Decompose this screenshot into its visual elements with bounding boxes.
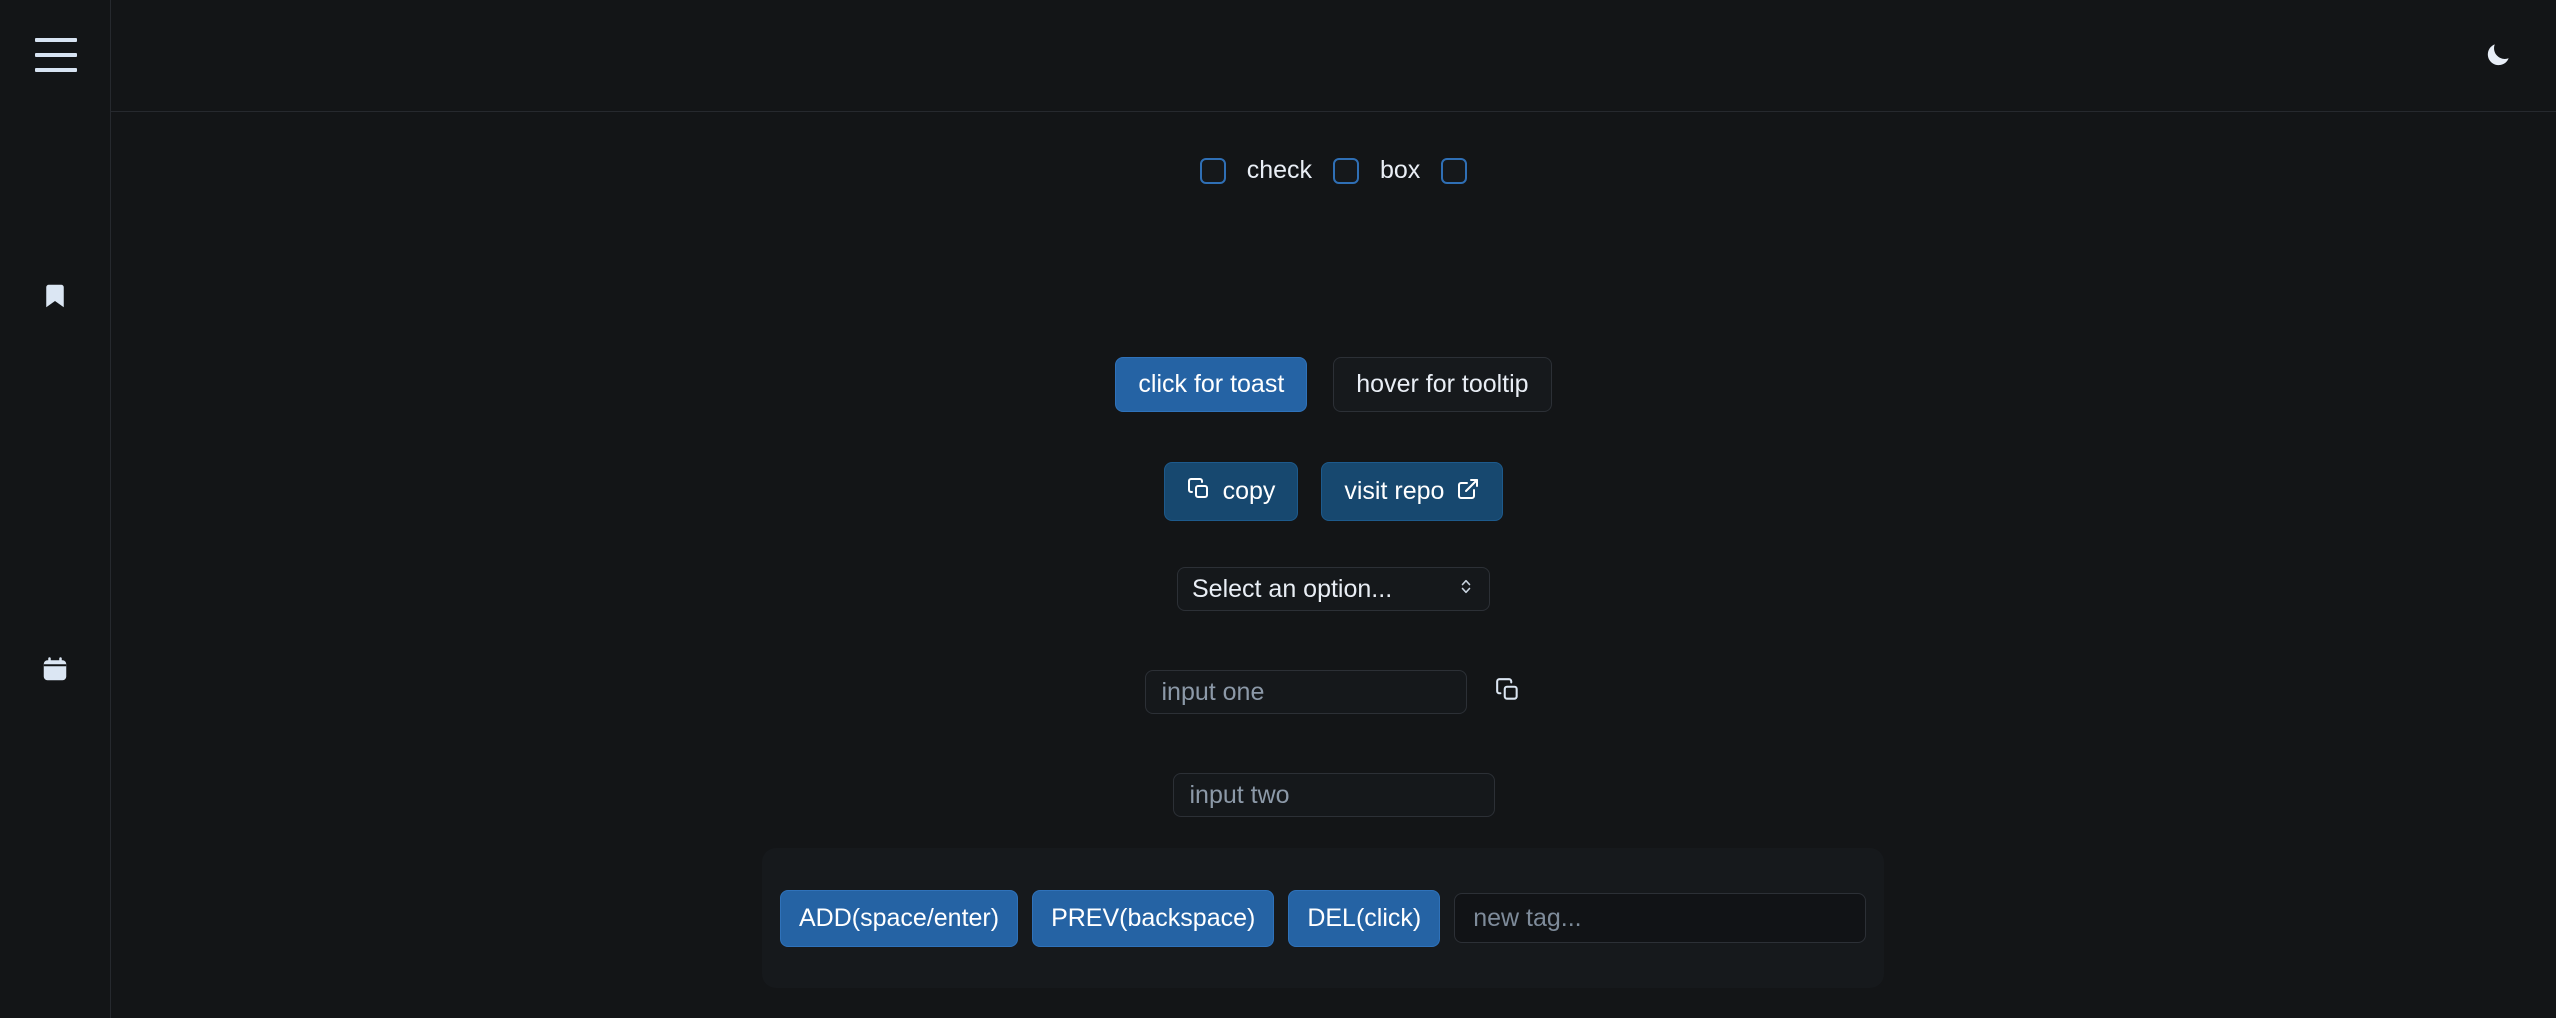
hamburger-line	[35, 68, 77, 72]
input-one[interactable]	[1144, 670, 1467, 714]
bookmark-icon	[40, 281, 70, 316]
tag-panel: ADD(space/enter) PREV(backspace) DEL(cli…	[762, 848, 1884, 988]
select-value: Select an option...	[1192, 574, 1393, 603]
input-two-row	[111, 773, 2556, 817]
input-one-row	[111, 670, 2556, 714]
button-row: click for toast hover for tooltip	[111, 357, 2556, 412]
input-two[interactable]	[1172, 773, 1495, 817]
hamburger-line	[35, 53, 77, 57]
copy-input-one-button[interactable]	[1493, 677, 1523, 707]
visit-repo-button[interactable]: visit repo	[1321, 462, 1504, 521]
header	[35, 0, 2556, 112]
external-link-icon	[1456, 477, 1480, 506]
chevron-up-down-icon	[1457, 575, 1475, 604]
tag-del-button[interactable]: DEL(click)	[1288, 889, 1441, 947]
tag-prev-button[interactable]: PREV(backspace)	[1032, 889, 1275, 947]
copy-icon	[1187, 477, 1211, 506]
theme-toggle-button[interactable]	[2478, 37, 2518, 77]
toast-button[interactable]: click for toast	[1115, 357, 1308, 412]
main-content: check box click for toast hover for tool…	[111, 112, 2556, 1018]
checkbox-2[interactable]	[1333, 157, 1359, 184]
checkbox-label-check: check	[1246, 156, 1312, 184]
checkbox-3[interactable]	[1441, 157, 1468, 184]
visit-repo-button-label: visit repo	[1344, 477, 1445, 505]
app-root: check box click for toast hover for tool…	[0, 0, 2556, 1018]
hamburger-menu-icon[interactable]	[35, 38, 77, 72]
copy-button-label: copy	[1222, 477, 1276, 505]
action-row: copy visit repo	[111, 462, 2556, 521]
checkbox-row: check box	[111, 156, 2556, 185]
calendar-icon	[40, 654, 70, 689]
option-select[interactable]: Select an option...	[1177, 567, 1490, 611]
tag-add-button[interactable]: ADD(space/enter)	[780, 889, 1019, 947]
tooltip-button[interactable]: hover for tooltip	[1333, 357, 1552, 412]
copy-icon	[1495, 677, 1521, 708]
select-row: Select an option...	[111, 567, 2556, 611]
sidebar-item-calendar[interactable]	[0, 651, 110, 691]
sidebar-item-bookmark[interactable]	[0, 278, 110, 318]
sidebar	[0, 0, 111, 1018]
hamburger-line	[35, 38, 77, 42]
new-tag-input[interactable]	[1454, 893, 1866, 943]
checkbox-1[interactable]	[1199, 157, 1226, 184]
moon-icon	[2483, 40, 2513, 75]
copy-button[interactable]: copy	[1163, 462, 1299, 521]
checkbox-label-box: box	[1380, 156, 1421, 184]
